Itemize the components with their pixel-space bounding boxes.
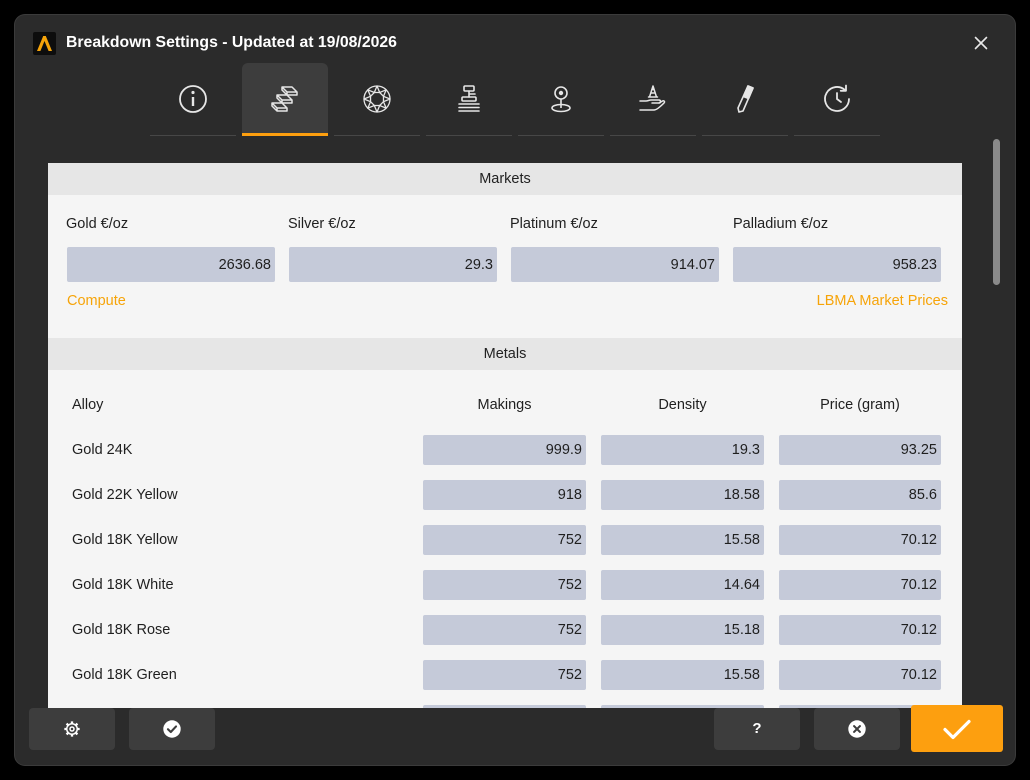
alloy-row: Gold 18K Green	[48, 660, 962, 690]
gold-bars-icon	[269, 83, 301, 115]
alloy-name: Gold 18K White	[72, 577, 174, 593]
silver-price-label: Silver €/oz	[288, 216, 356, 232]
alloy-row: Gold 18K White	[48, 570, 962, 600]
density-input[interactable]	[601, 525, 764, 555]
alloy-row: Gold 18K Rose	[48, 615, 962, 645]
platinum-price-input[interactable]	[511, 247, 719, 282]
tab-location[interactable]	[518, 63, 604, 136]
app-logo-icon	[33, 32, 56, 55]
density-input[interactable]	[601, 660, 764, 690]
density-input[interactable]	[601, 570, 764, 600]
alloy-name: Gold 24K	[72, 442, 133, 458]
hand-setting-icon	[637, 83, 669, 115]
gem-icon	[361, 83, 393, 115]
makings-input[interactable]	[423, 570, 586, 600]
price-column-header: Price (gram)	[820, 397, 900, 413]
tab-engraving[interactable]	[702, 63, 788, 136]
tab-setting[interactable]	[610, 63, 696, 136]
density-input[interactable]	[601, 615, 764, 645]
help-button[interactable]: ?	[714, 708, 800, 750]
tab-stones[interactable]	[334, 63, 420, 136]
alloy-column-header: Alloy	[72, 397, 104, 413]
silver-price-input[interactable]	[289, 247, 497, 282]
history-icon	[821, 83, 853, 115]
alloy-name: Gold 18K Green	[72, 667, 177, 683]
makings-input[interactable]	[423, 615, 586, 645]
engraving-tool-icon	[729, 83, 761, 115]
makings-input[interactable]	[423, 480, 586, 510]
density-column-header: Density	[658, 397, 707, 413]
makings-column-header: Makings	[477, 397, 532, 413]
makings-input[interactable]	[423, 435, 586, 465]
checkmark-icon	[943, 719, 971, 739]
tab-info[interactable]	[150, 63, 236, 136]
alloy-name: Gold 18K Yellow	[72, 532, 178, 548]
makings-input[interactable]	[423, 705, 586, 708]
info-icon	[177, 83, 209, 115]
confirm-button[interactable]	[911, 705, 1003, 752]
price-input[interactable]	[779, 660, 941, 690]
close-button[interactable]	[971, 33, 991, 53]
vertical-scrollbar-thumb[interactable]	[993, 139, 1000, 285]
palladium-price-input[interactable]	[733, 247, 941, 282]
alloy-name: Gold 22K Yellow	[72, 487, 178, 503]
tab-history[interactable]	[794, 63, 880, 136]
density-input[interactable]	[601, 480, 764, 510]
tab-metals[interactable]	[242, 63, 328, 136]
compute-link[interactable]: Compute	[67, 292, 126, 310]
window-title: Breakdown Settings - Updated at 19/08/20…	[66, 34, 397, 51]
location-pin-icon	[545, 83, 577, 115]
makings-input[interactable]	[423, 660, 586, 690]
markets-section-header: Markets	[48, 163, 962, 195]
check-circle-icon	[163, 720, 181, 738]
gear-icon	[64, 721, 80, 737]
close-circle-icon	[848, 720, 866, 738]
price-input[interactable]	[779, 570, 941, 600]
stamp-press-icon	[453, 83, 485, 115]
price-input[interactable]	[779, 615, 941, 645]
help-label: ?	[752, 720, 762, 737]
alloy-row: Gold 18K Yellow	[48, 525, 962, 555]
apply-button[interactable]	[129, 708, 215, 750]
settings-button[interactable]	[29, 708, 115, 750]
platinum-price-label: Platinum €/oz	[510, 216, 598, 232]
close-icon	[974, 36, 988, 50]
breakdown-settings-dialog: Breakdown Settings - Updated at 19/08/20…	[15, 15, 1015, 765]
gold-price-label: Gold €/oz	[66, 216, 129, 232]
price-input[interactable]	[779, 480, 941, 510]
makings-input[interactable]	[423, 525, 586, 555]
alloy-row: Gold 22K Yellow	[48, 480, 962, 510]
tab-stamping[interactable]	[426, 63, 512, 136]
density-input[interactable]	[601, 435, 764, 465]
alloy-row: Gold 24K	[48, 435, 962, 465]
palladium-price-label: Palladium €/oz	[733, 216, 829, 232]
settings-panel: Markets Gold €/oz Silver €/oz Platinum €…	[48, 163, 962, 708]
alloy-name: Gold 18K Rose	[72, 622, 171, 638]
cancel-button[interactable]	[814, 708, 900, 750]
price-input[interactable]	[779, 525, 941, 555]
price-input[interactable]	[779, 435, 941, 465]
lbma-market-prices-link[interactable]: LBMA Market Prices	[817, 292, 948, 310]
gold-price-input[interactable]	[67, 247, 275, 282]
metals-section-header: Metals	[48, 338, 962, 370]
